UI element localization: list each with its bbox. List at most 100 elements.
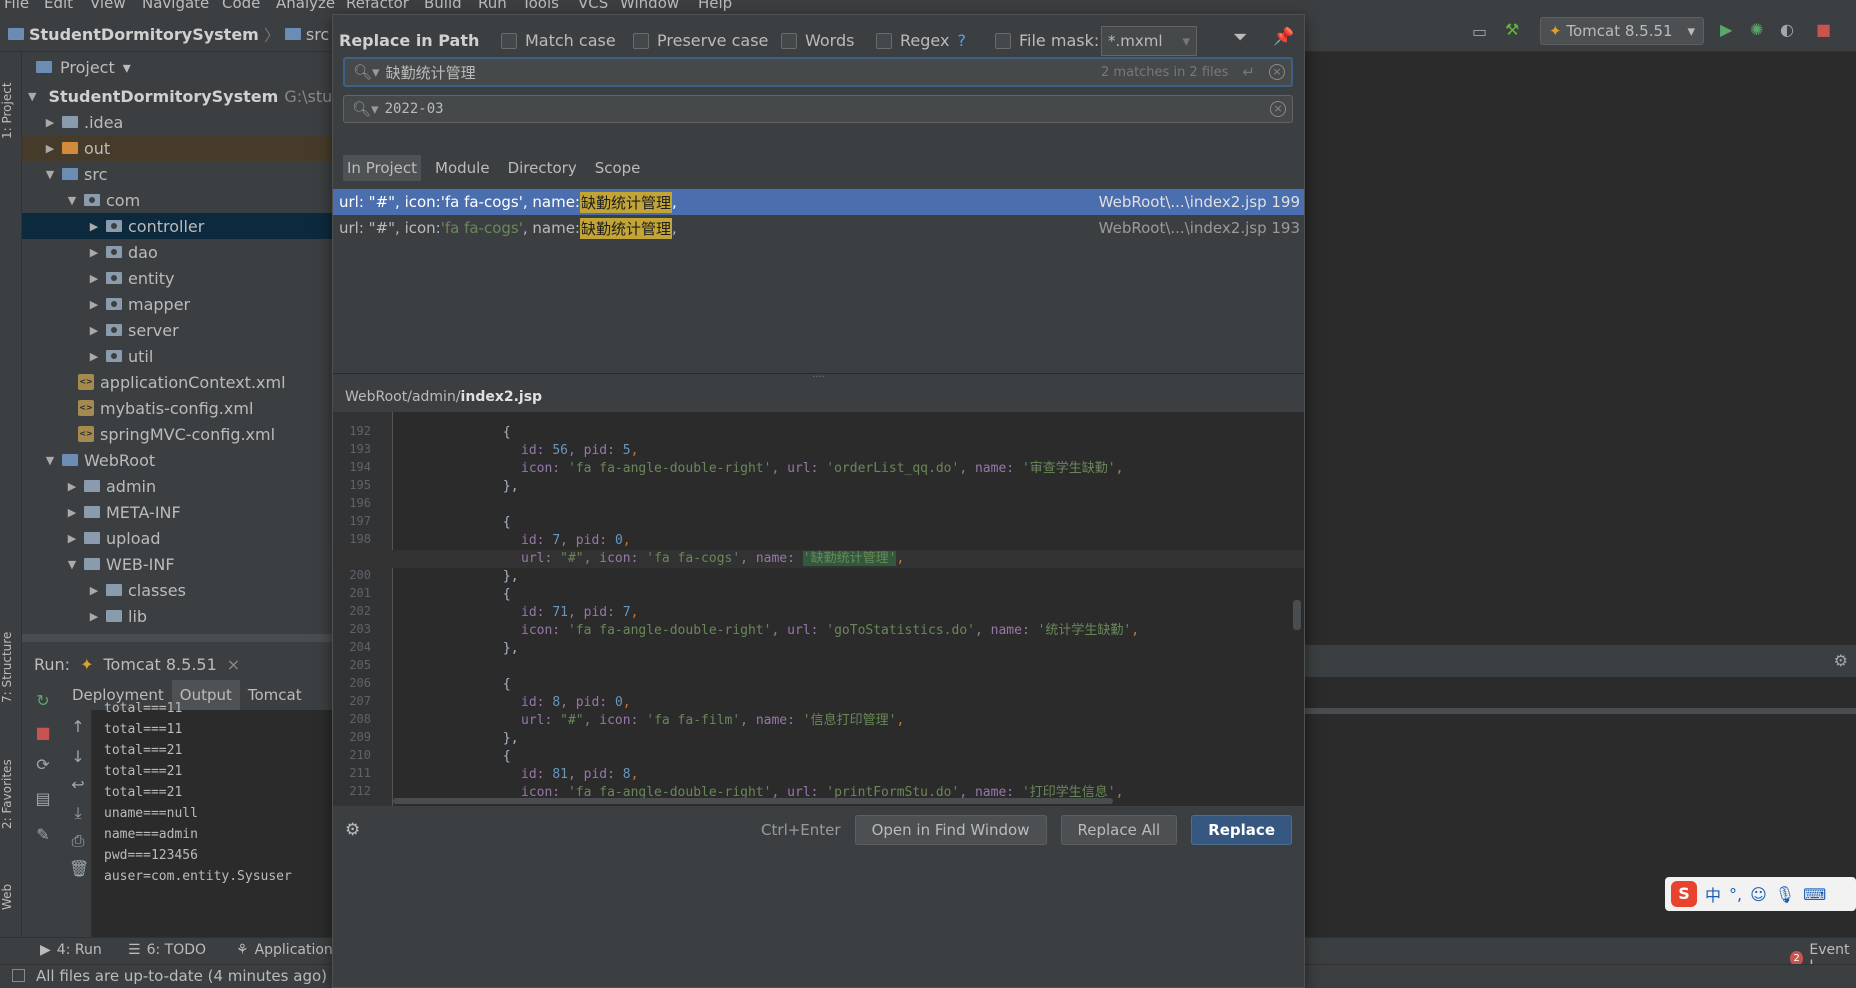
- menu-help[interactable]: Help: [698, 0, 732, 12]
- menu-window[interactable]: Window: [620, 0, 679, 12]
- expand-arrow-icon[interactable]: ▼: [44, 168, 56, 181]
- soft-wrap-icon[interactable]: ↩: [69, 776, 87, 794]
- replace-all-button[interactable]: Replace All: [1060, 815, 1178, 845]
- ime-logo[interactable]: S: [1671, 881, 1697, 907]
- expand-arrow-icon[interactable]: ▶: [66, 480, 78, 493]
- run-horizontal-scrollbar[interactable]: [1305, 708, 1856, 714]
- expand-arrow-icon[interactable]: ▼: [66, 558, 78, 571]
- checkbox-box[interactable]: [633, 32, 649, 49]
- tab-run[interactable]: ▶ 4: Run: [40, 942, 102, 958]
- checkbox-box[interactable]: [501, 32, 517, 49]
- pin-icon[interactable]: 📌: [1273, 27, 1294, 47]
- run-tab-tomcat[interactable]: Tomcat 8.5.51: [103, 655, 216, 674]
- menu-run[interactable]: Run: [478, 0, 507, 12]
- splitter-handle[interactable]: ....: [333, 370, 1304, 380]
- tree-item-src[interactable]: ▼ src: [22, 161, 332, 187]
- ime-language[interactable]: 中: [1705, 882, 1721, 906]
- toggle-tool-windows-icon[interactable]: [12, 969, 25, 982]
- expand-arrow-icon[interactable]: ▶: [88, 246, 100, 259]
- run-icon[interactable]: ▶: [1720, 20, 1732, 39]
- keyboard-icon[interactable]: ⌨: [1803, 885, 1826, 904]
- menu-vcs[interactable]: VCS: [578, 0, 608, 12]
- file-mask-checkbox[interactable]: File mask:: [995, 31, 1099, 50]
- clear-replace-icon[interactable]: ×: [1270, 101, 1286, 117]
- menu-code[interactable]: Code: [222, 0, 260, 12]
- regex-help-link[interactable]: ?: [957, 31, 966, 50]
- expand-arrow-icon[interactable]: ▶: [88, 584, 100, 597]
- stop-icon[interactable]: ■: [1816, 20, 1831, 39]
- expand-arrow-icon[interactable]: ▼: [28, 90, 36, 103]
- coverage-icon[interactable]: ◐: [1780, 20, 1794, 39]
- gear-icon[interactable]: ⚙: [1834, 651, 1848, 670]
- checkbox-box[interactable]: [781, 32, 797, 49]
- project-horizontal-scrollbar[interactable]: [22, 634, 332, 642]
- layout-icon[interactable]: ▤: [34, 790, 52, 808]
- open-in-find-window-button[interactable]: Open in Find Window: [854, 815, 1047, 845]
- expand-arrow-icon[interactable]: ▶: [66, 506, 78, 519]
- tree-item-mybatis-config[interactable]: <> mybatis-config.xml: [22, 395, 332, 421]
- menu-edit[interactable]: Edit: [44, 0, 73, 12]
- arrow-up-icon[interactable]: ↑: [69, 718, 87, 736]
- tree-item-server[interactable]: ▶ server: [22, 317, 332, 343]
- tab-web[interactable]: Web: [0, 872, 22, 922]
- menu-view[interactable]: View: [90, 0, 126, 12]
- expand-arrow-icon[interactable]: ▼: [66, 194, 78, 207]
- tab-favorites[interactable]: 2: Favorites: [0, 744, 22, 844]
- build-hammer-icon[interactable]: ⚒: [1505, 20, 1519, 39]
- tab-directory[interactable]: Directory: [504, 155, 581, 181]
- breadcrumb-src[interactable]: src: [306, 25, 329, 44]
- vertical-scrollbar[interactable]: [1293, 600, 1301, 630]
- breadcrumb-project[interactable]: StudentDormitorySystem: [29, 25, 259, 44]
- tree-item-upload[interactable]: ▶ upload: [22, 525, 332, 551]
- tree-item-out[interactable]: ▶ out: [22, 135, 332, 161]
- tab-module[interactable]: Module: [431, 155, 494, 181]
- tree-item-webroot[interactable]: ▼ WebRoot: [22, 447, 332, 473]
- filter-icon[interactable]: ⏷: [1233, 27, 1247, 48]
- run-output-console[interactable]: total===11 total===11 total===21 total==…: [92, 701, 332, 938]
- tab-project[interactable]: 1: Project: [0, 66, 22, 156]
- expand-arrow-icon[interactable]: ▶: [88, 610, 100, 623]
- tab-todo[interactable]: ☰ 6: TODO: [128, 942, 206, 958]
- expand-arrow-icon[interactable]: ▶: [44, 142, 56, 155]
- tree-item-com[interactable]: ▼ com: [22, 187, 332, 213]
- tab-in-project[interactable]: In Project: [343, 155, 422, 181]
- expand-arrow-icon[interactable]: ▶: [44, 116, 56, 129]
- tree-item-web-inf[interactable]: ▼ WEB-INF: [22, 551, 332, 577]
- expand-arrow-icon[interactable]: ▶: [88, 350, 100, 363]
- menu-build[interactable]: Build: [424, 0, 462, 12]
- regex-checkbox[interactable]: Regex?: [876, 31, 966, 50]
- expand-arrow-icon[interactable]: ▶: [88, 298, 100, 311]
- replace-input[interactable]: 🔍︎▾ 2022-03 ×: [343, 95, 1293, 123]
- menu-tools[interactable]: Tools: [522, 0, 559, 12]
- tree-item-admin[interactable]: ▶ admin: [22, 473, 332, 499]
- menu-refactor[interactable]: Refactor: [346, 0, 409, 12]
- microphone-icon[interactable]: 🎙: [1775, 885, 1795, 904]
- expand-arrow-icon[interactable]: ▶: [66, 532, 78, 545]
- checkbox-box[interactable]: [876, 32, 892, 49]
- words-checkbox[interactable]: Words: [781, 31, 854, 50]
- preserve-case-checkbox[interactable]: Preserve case: [633, 31, 768, 50]
- tree-item-springmvc-config[interactable]: <> springMVC-config.xml: [22, 421, 332, 447]
- tree-item-util[interactable]: ▶ util: [22, 343, 332, 369]
- checkbox-box[interactable]: [995, 32, 1011, 49]
- restart-icon[interactable]: ⟳: [34, 756, 52, 774]
- expand-arrow-icon[interactable]: ▼: [44, 454, 56, 467]
- expand-arrow-icon[interactable]: ▶: [88, 220, 100, 233]
- tab-scope[interactable]: Scope: [591, 155, 645, 181]
- project-panel-title[interactable]: Project: [60, 58, 115, 77]
- tree-item-controller[interactable]: ▶ controller: [22, 213, 332, 239]
- expand-arrow-icon[interactable]: ▶: [88, 324, 100, 337]
- tree-item-mapper[interactable]: ▶ mapper: [22, 291, 332, 317]
- tab-application[interactable]: ⚘ Application: [236, 942, 333, 958]
- layout-icon[interactable]: ▭: [1472, 22, 1487, 41]
- horizontal-scrollbar[interactable]: [393, 798, 1113, 804]
- chevron-down-icon[interactable]: ▾: [123, 58, 131, 77]
- stop-icon[interactable]: ■: [34, 724, 52, 742]
- menu-analyze[interactable]: Analyze: [276, 0, 335, 12]
- tree-item-lib[interactable]: ▶ lib: [22, 603, 332, 629]
- tree-item-classes[interactable]: ▶ classes: [22, 577, 332, 603]
- close-icon[interactable]: ×: [227, 655, 240, 674]
- tree-root[interactable]: ▼ StudentDormitorySystem G:\study: [22, 83, 332, 109]
- search-icon[interactable]: 🔍︎▾: [352, 100, 379, 118]
- newline-icon[interactable]: ↵: [1242, 63, 1255, 81]
